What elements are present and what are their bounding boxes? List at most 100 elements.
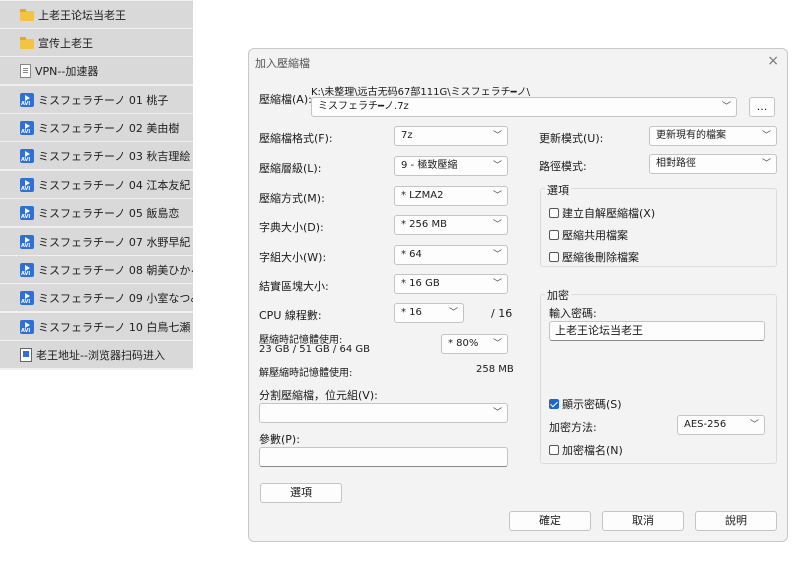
mem-decomp-label: 解壓縮時記憶體使用: bbox=[259, 368, 353, 379]
password-input[interactable]: 上老王论坛当老王 bbox=[549, 321, 765, 341]
file-item[interactable]: ミスフェラチーノ 04 江本友紀 bbox=[0, 171, 193, 198]
file-name: ミスフェラチーノ 02 美由樹 bbox=[38, 121, 180, 135]
video-icon bbox=[20, 92, 34, 107]
file-item[interactable]: ミスフェラチーノ 02 美由樹 bbox=[0, 114, 193, 141]
checkbox-checked-box bbox=[549, 399, 559, 409]
word-combo[interactable]: * 64 ﹀ bbox=[394, 245, 508, 265]
sfx-label: 建立自解壓縮檔(X) bbox=[562, 207, 656, 220]
video-icon bbox=[20, 290, 34, 305]
encryption-group-title: 加密 bbox=[545, 287, 571, 303]
chevron-down-icon: ﹀ bbox=[492, 131, 502, 141]
cpu-combo[interactable]: * 16 ﹀ bbox=[394, 303, 464, 323]
level-combo[interactable]: 9 - 極致壓縮 ﹀ bbox=[394, 156, 508, 176]
file-name: 老王地址--浏览器扫码进入 bbox=[36, 348, 165, 362]
web-shortcut-icon bbox=[20, 347, 32, 362]
video-icon bbox=[20, 319, 34, 334]
cpu-label: CPU 線程數: bbox=[259, 309, 322, 322]
method-combo[interactable]: * LZMA2 ﹀ bbox=[394, 186, 508, 206]
file-name: VPN--加速器 bbox=[35, 64, 99, 78]
add-to-archive-dialog: 加入壓縮檔 × 壓縮檔(A): K:\未整理\远古无码67部111G\ミスフェラ… bbox=[248, 48, 788, 542]
options-button[interactable]: 選項 bbox=[260, 483, 342, 503]
chevron-down-icon: ﹀ bbox=[448, 308, 458, 318]
file-name: ミスフェラチーノ 05 飯島恋 bbox=[38, 206, 180, 220]
checkbox-box bbox=[549, 252, 559, 262]
file-name: ミスフェラチーノ 08 朝美ひかる bbox=[38, 263, 193, 277]
checkbox-box bbox=[549, 445, 559, 455]
close-icon[interactable]: × bbox=[767, 53, 779, 69]
params-input[interactable] bbox=[259, 447, 508, 467]
archive-path: K:\未整理\远古无码67部111G\ミスフェラチ━ノ\ bbox=[311, 87, 530, 98]
cpu-total: / 16 bbox=[491, 307, 513, 320]
file-item[interactable]: ミスフェラチーノ 05 飯島恋 bbox=[0, 199, 193, 226]
file-item[interactable]: 上老王论坛当老王 bbox=[0, 1, 193, 28]
method-value: * LZMA2 bbox=[401, 190, 444, 201]
file-list: 上老王论坛当老王 宣传上老王 VPN--加速器 ミスフェラチーノ 01 桃子 ミ… bbox=[0, 0, 193, 370]
ok-button[interactable]: 確定 bbox=[509, 511, 591, 531]
delete-label: 壓縮後刪除檔案 bbox=[562, 251, 639, 264]
file-item[interactable]: VPN--加速器 bbox=[0, 57, 193, 84]
chevron-down-icon: ﹀ bbox=[492, 250, 502, 260]
level-label: 壓縮層級(L): bbox=[259, 162, 322, 175]
shared-checkbox[interactable]: 壓縮共用檔案 bbox=[549, 227, 628, 243]
chevron-down-icon: ﹀ bbox=[761, 131, 771, 141]
chevron-down-icon: ﹀ bbox=[721, 102, 731, 112]
file-name: ミスフェラチーノ 09 小室なつみ bbox=[38, 291, 193, 305]
video-icon bbox=[20, 262, 34, 277]
dict-combo[interactable]: * 256 MB ﹀ bbox=[394, 215, 508, 235]
folder-icon bbox=[20, 8, 34, 21]
encrypt-names-checkbox[interactable]: 加密檔名(N) bbox=[549, 442, 623, 458]
file-item[interactable]: ミスフェラチーノ 10 白鳥七瀬 bbox=[0, 313, 193, 340]
solid-label: 結實區塊大小: bbox=[259, 280, 329, 293]
format-combo[interactable]: 7z ﹀ bbox=[394, 126, 508, 146]
dict-value: * 256 MB bbox=[401, 219, 447, 230]
enc-method-combo[interactable]: AES-256 ﹀ bbox=[677, 415, 765, 435]
mem-comp-detail: 23 GB / 51 GB / 64 GB bbox=[259, 344, 370, 355]
cancel-button[interactable]: 取消 bbox=[602, 511, 684, 531]
encrypt-names-label: 加密檔名(N) bbox=[562, 444, 623, 457]
mem-comp-value: * 80% bbox=[448, 338, 479, 349]
browse-button[interactable]: ... bbox=[749, 97, 775, 117]
video-icon bbox=[20, 120, 34, 135]
file-name: ミスフェラチーノ 07 水野早紀 bbox=[38, 235, 191, 249]
sfx-checkbox[interactable]: 建立自解壓縮檔(X) bbox=[549, 205, 655, 221]
path-mode-combo[interactable]: 相對路徑 ﹀ bbox=[649, 154, 777, 174]
file-name: 上老王论坛当老王 bbox=[38, 8, 126, 22]
enc-method-label: 加密方法: bbox=[549, 421, 597, 434]
chevron-down-icon: ﹀ bbox=[492, 191, 502, 201]
mem-comp-combo[interactable]: * 80% ﹀ bbox=[441, 334, 508, 354]
file-item[interactable]: ミスフェラチーノ 09 小室なつみ bbox=[0, 284, 193, 311]
level-value: 9 - 極致壓縮 bbox=[401, 160, 458, 171]
chevron-down-icon: ﹀ bbox=[492, 408, 502, 418]
help-button[interactable]: 說明 bbox=[695, 511, 777, 531]
video-icon bbox=[20, 205, 34, 220]
archive-name-combo[interactable]: ミスフェラチ━ノ.7z ﹀ bbox=[311, 97, 737, 117]
password-label: 輸入密碼: bbox=[549, 307, 597, 320]
chevron-down-icon: ﹀ bbox=[492, 339, 502, 349]
show-password-checkbox[interactable]: 顯示密碼(S) bbox=[549, 396, 622, 412]
show-password-label: 顯示密碼(S) bbox=[562, 398, 622, 411]
split-label: 分割壓縮檔，位元組(V): bbox=[259, 389, 378, 402]
file-item[interactable]: ミスフェラチーノ 07 水野早紀 bbox=[0, 228, 193, 255]
split-combo[interactable]: ﹀ bbox=[259, 403, 508, 423]
shared-label: 壓縮共用檔案 bbox=[562, 229, 628, 242]
format-label: 壓縮檔格式(F): bbox=[259, 132, 333, 145]
file-name: 宣传上老王 bbox=[38, 36, 93, 50]
file-item[interactable]: 宣传上老王 bbox=[0, 29, 193, 56]
chevron-down-icon: ﹀ bbox=[492, 220, 502, 230]
file-item[interactable]: ミスフェラチーノ 08 朝美ひかる bbox=[0, 256, 193, 283]
file-item[interactable]: 老王地址--浏览器扫码进入 bbox=[0, 341, 193, 368]
update-mode-value: 更新現有的檔案 bbox=[656, 130, 726, 141]
dialog-title: 加入壓縮檔 bbox=[255, 57, 310, 70]
archive-label: 壓縮檔(A): bbox=[259, 93, 312, 106]
document-icon bbox=[20, 63, 31, 78]
solid-combo[interactable]: * 16 GB ﹀ bbox=[394, 274, 508, 294]
checkbox-box bbox=[549, 208, 559, 218]
file-item[interactable]: ミスフェラチーノ 03 秋吉理絵 bbox=[0, 142, 193, 169]
video-icon bbox=[20, 234, 34, 249]
format-value: 7z bbox=[401, 130, 413, 141]
delete-checkbox[interactable]: 壓縮後刪除檔案 bbox=[549, 249, 639, 265]
file-item[interactable]: ミスフェラチーノ 01 桃子 bbox=[0, 86, 193, 113]
video-icon bbox=[20, 148, 34, 163]
update-mode-combo[interactable]: 更新現有的檔案 ﹀ bbox=[649, 126, 777, 146]
options-group-title: 選項 bbox=[545, 182, 571, 198]
